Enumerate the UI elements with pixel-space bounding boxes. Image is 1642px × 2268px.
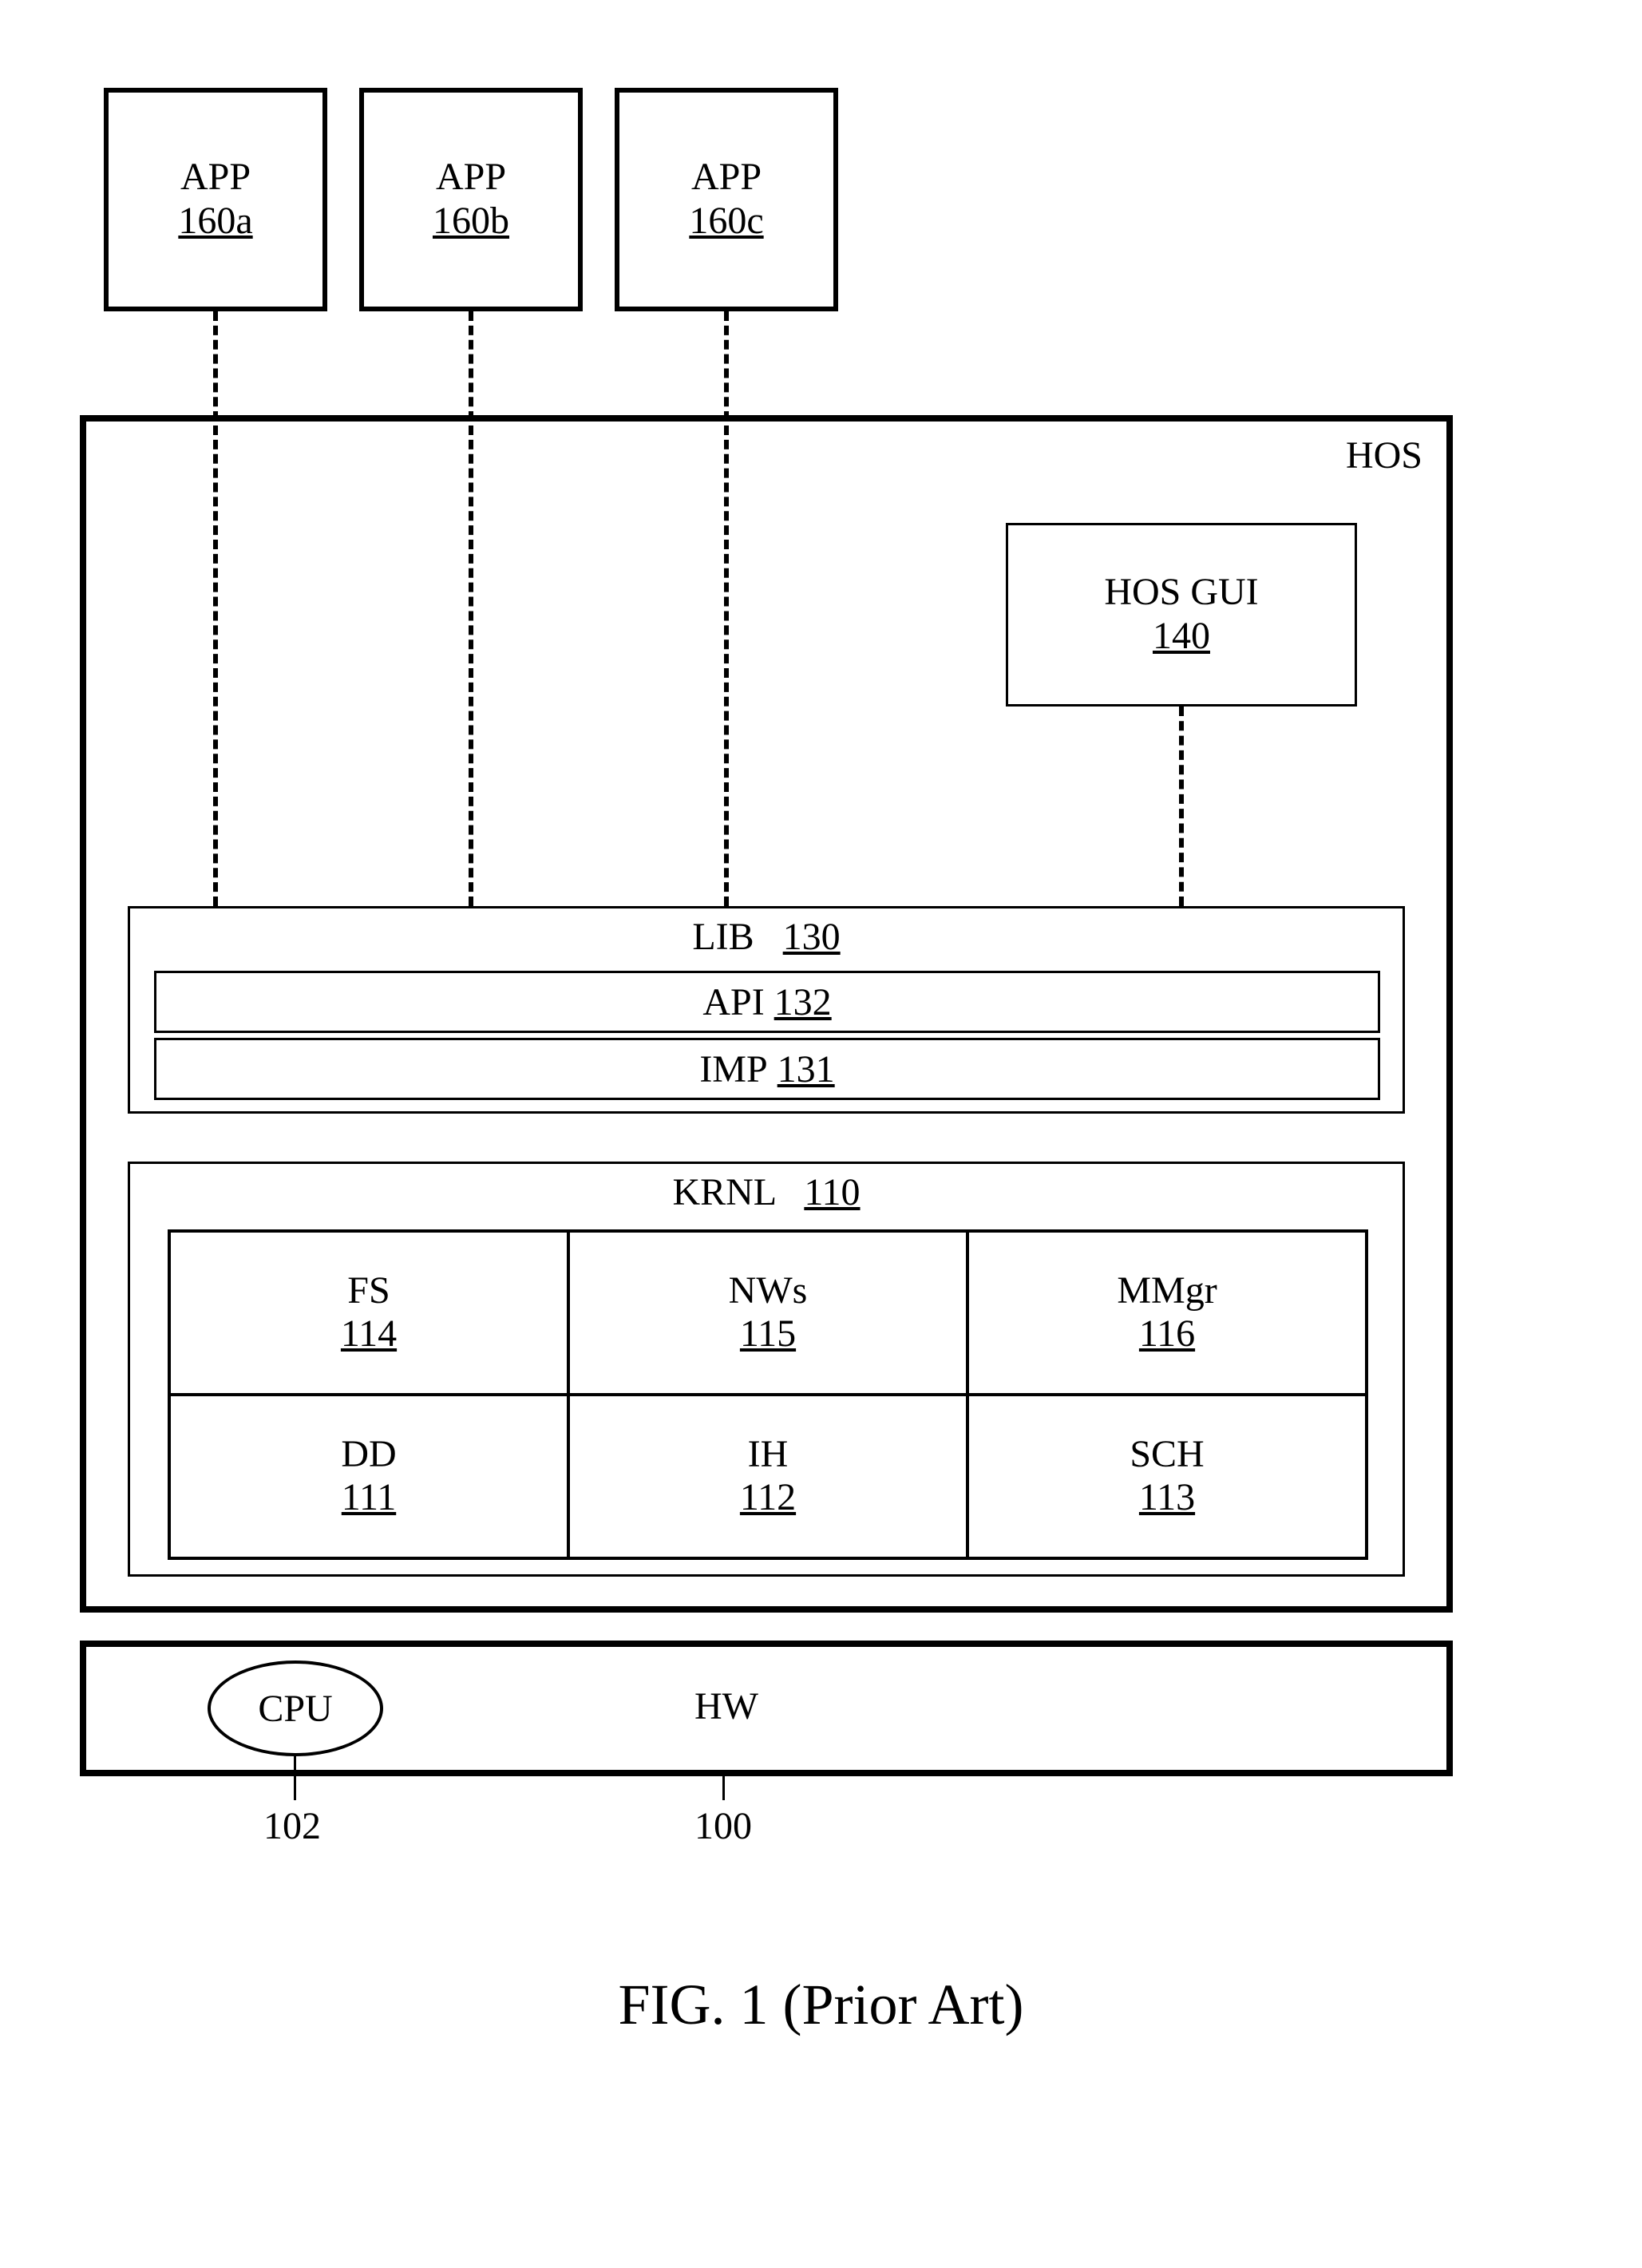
kernel-title-num: 110 (804, 1171, 860, 1213)
figure-caption: FIG. 1 (Prior Art) (0, 1972, 1642, 2038)
lib-title: LIB 130 (130, 915, 1403, 959)
kcell-name-3: DD (341, 1434, 396, 1476)
kernel-cell-1: NWs 115 (567, 1229, 969, 1396)
kernel-title-name: KRNL (672, 1171, 775, 1213)
kcell-num-2: 116 (1139, 1312, 1195, 1356)
cpu-num: 102 (263, 1804, 321, 1848)
kcell-num-1: 115 (740, 1312, 796, 1356)
kernel-cell-5: SCH 113 (966, 1393, 1368, 1560)
dashed-gui (1179, 707, 1184, 906)
lib-api-box: API 132 (154, 971, 1380, 1033)
lib-title-name: LIB (692, 916, 754, 958)
kernel-cell-2: MMgr 116 (966, 1229, 1368, 1396)
kcell-name-1: NWs (729, 1270, 808, 1312)
lib-box: LIB 130 API 132 IMP 131 (128, 906, 1405, 1114)
kcell-num-5: 113 (1139, 1475, 1195, 1519)
kcell-num-0: 114 (341, 1312, 397, 1356)
kcell-num-3: 111 (342, 1475, 396, 1519)
lib-imp-num: 131 (777, 1047, 835, 1091)
app-name-1: APP (436, 156, 506, 199)
hos-gui-num: 140 (1153, 614, 1210, 658)
lib-imp-name: IMP (699, 1047, 767, 1091)
lib-title-num: 130 (783, 916, 841, 958)
hos-gui-name: HOS GUI (1104, 572, 1258, 614)
lib-api-num: 132 (774, 980, 832, 1024)
diagram-page: APP 160a APP 160b APP 160c HOS HOS GUI 1… (0, 0, 1642, 2268)
kcell-name-5: SCH (1130, 1434, 1204, 1476)
hw-title: HW (694, 1684, 758, 1728)
kcell-name-2: MMgr (1117, 1270, 1217, 1312)
kcell-name-0: FS (347, 1270, 390, 1312)
tick-cpu (294, 1756, 296, 1800)
kernel-cell-0: FS 114 (168, 1229, 570, 1396)
app-box-0: APP 160a (104, 88, 327, 311)
kcell-name-4: IH (748, 1434, 789, 1476)
kernel-cell-4: IH 112 (567, 1393, 969, 1560)
app-box-1: APP 160b (359, 88, 583, 311)
tick-hw (722, 1776, 725, 1800)
lib-imp-box: IMP 131 (154, 1038, 1380, 1100)
app-num-2: 160c (689, 199, 763, 243)
app-num-0: 160a (178, 199, 252, 243)
app-name-2: APP (691, 156, 762, 199)
lib-api-name: API (702, 980, 764, 1024)
kernel-title: KRNL 110 (130, 1170, 1403, 1214)
app-name-0: APP (180, 156, 251, 199)
cpu-ellipse: CPU (208, 1660, 383, 1756)
cpu-label: CPU (258, 1687, 332, 1731)
app-num-1: 160b (433, 199, 509, 243)
app-box-2: APP 160c (615, 88, 838, 311)
hos-title: HOS (1346, 433, 1422, 477)
hos-gui-box: HOS GUI 140 (1006, 523, 1357, 707)
kernel-cell-3: DD 111 (168, 1393, 570, 1560)
kcell-num-4: 112 (740, 1475, 796, 1519)
hw-num: 100 (694, 1804, 752, 1848)
